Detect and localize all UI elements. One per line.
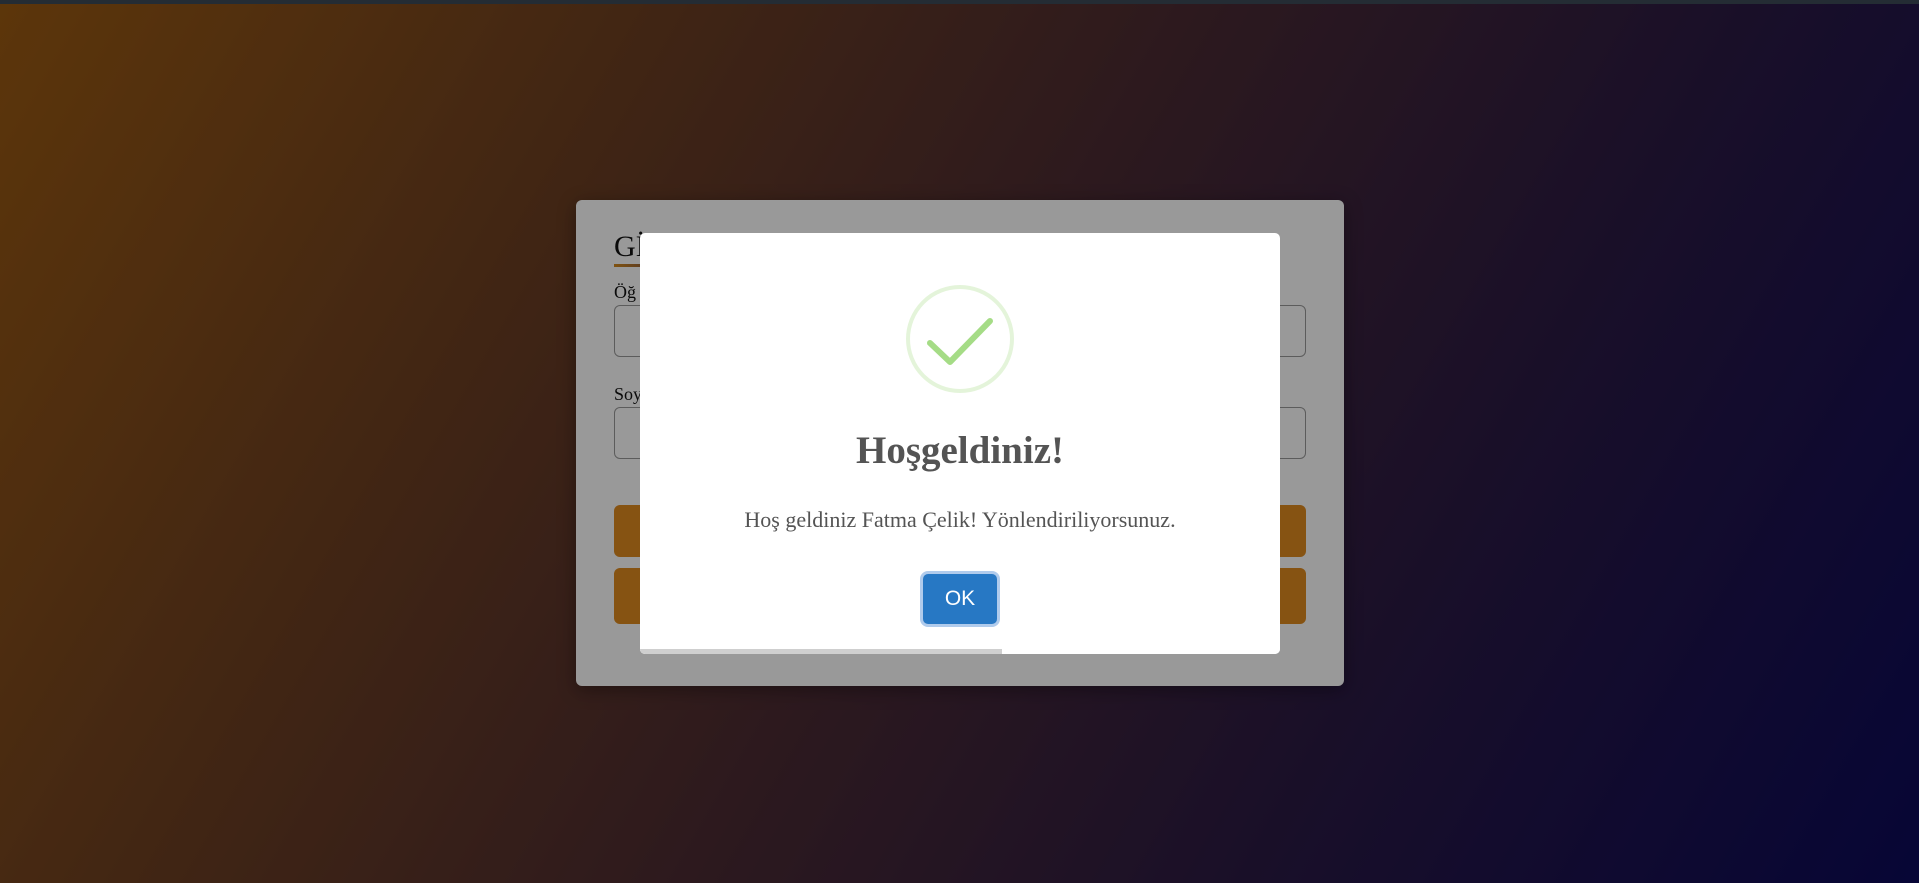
- success-checkmark-icon: [906, 285, 1014, 393]
- success-dialog: Hoşgeldiniz! Hoş geldiniz Fatma Çelik! Y…: [640, 233, 1280, 654]
- ok-button[interactable]: OK: [923, 574, 997, 624]
- dialog-title: Hoşgeldiniz!: [855, 429, 1064, 472]
- dialog-message: Hoş geldiniz Fatma Çelik! Yönlendiriliyo…: [744, 507, 1176, 532]
- timer-progress-bar: [640, 649, 1003, 654]
- timer-progress-track: [640, 649, 1280, 654]
